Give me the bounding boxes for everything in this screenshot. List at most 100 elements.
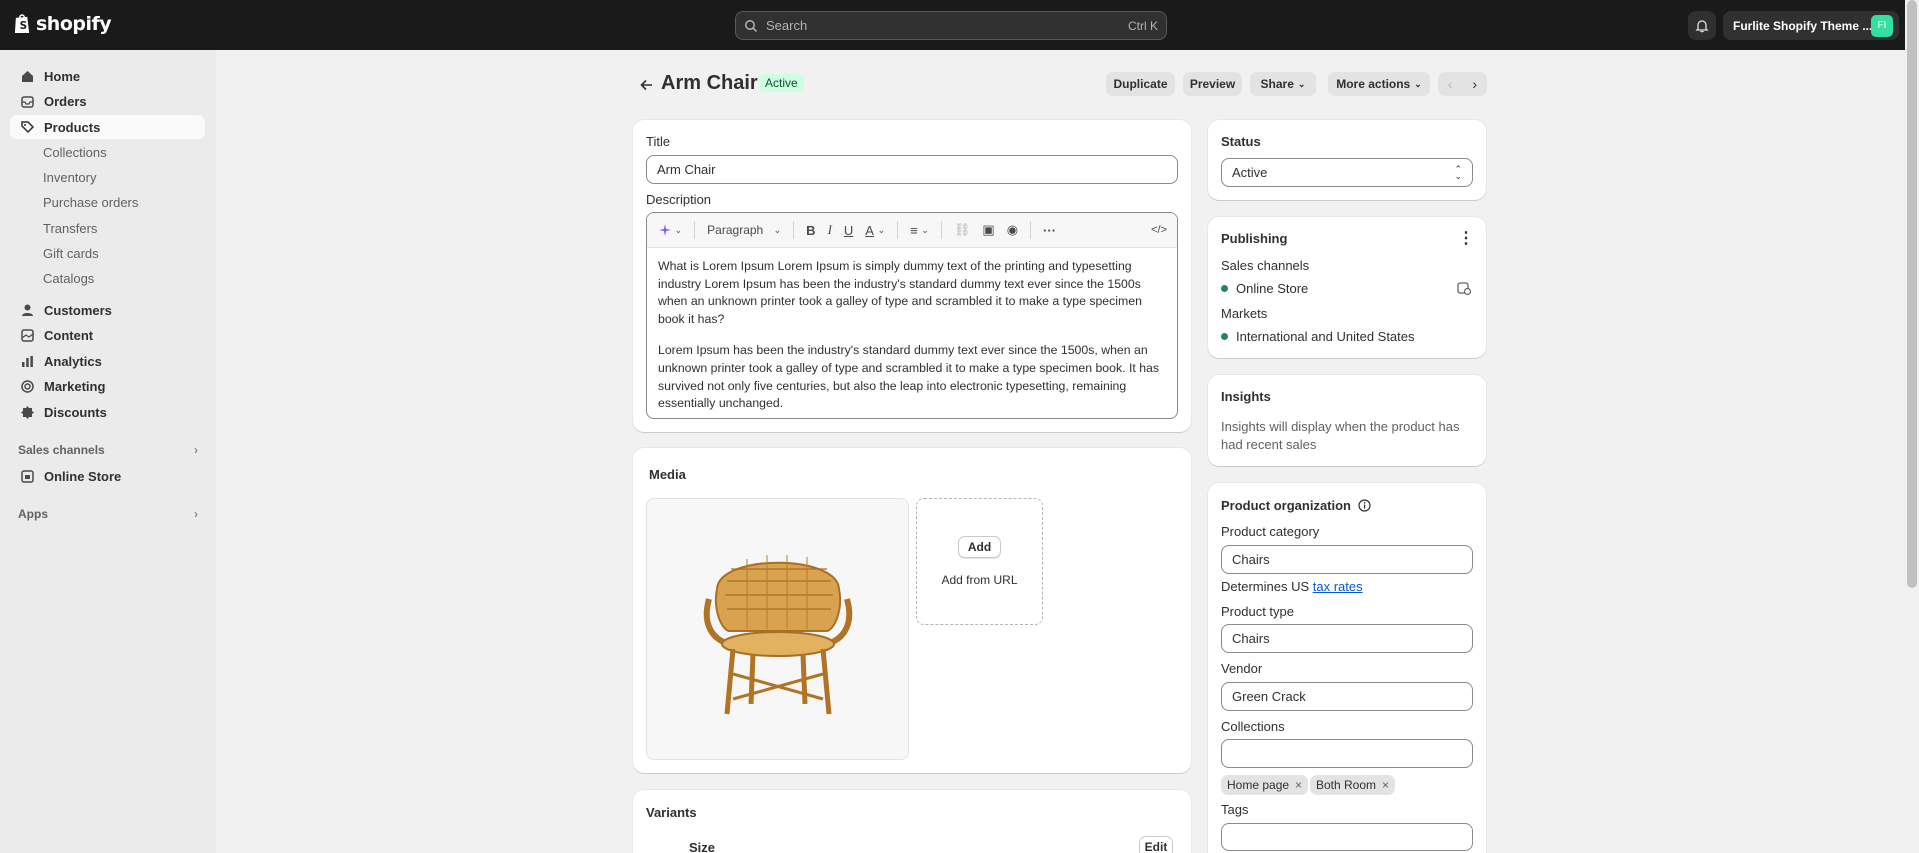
toolbar-divider [940, 221, 942, 239]
preview-button[interactable]: Preview [1183, 72, 1242, 96]
tax-rates-link[interactable]: tax rates [1313, 579, 1363, 594]
inbox-icon [21, 95, 34, 108]
sidebar-subitem-transfers[interactable]: Transfers [43, 218, 97, 238]
video-icon[interactable]: ◉ [1003, 219, 1022, 241]
notifications-button[interactable] [1688, 11, 1716, 40]
sidebar-item-orders[interactable]: Orders [10, 89, 205, 113]
sidebar-subitem-gift-cards[interactable]: Gift cards [43, 243, 99, 263]
store-menu-button[interactable]: Furlite Shopify Theme ... FI [1723, 11, 1899, 40]
sidebar-item-home[interactable]: Home [10, 64, 205, 88]
sidebar-subitem-catalogs[interactable]: Catalogs [43, 268, 94, 288]
ai-magic-button[interactable]: ⌄ [655, 219, 686, 241]
toolbar-divider [793, 221, 795, 239]
share-button[interactable]: Share ⌄ [1250, 72, 1316, 96]
collection-tag-label: Home page [1227, 778, 1290, 792]
sidebar-subitem-purchase-orders[interactable]: Purchase orders [43, 192, 138, 212]
show-html-icon[interactable]: </> [1147, 219, 1171, 241]
align-icon[interactable]: ≡ ⌄ [906, 219, 933, 241]
sidebar-subitem-collections[interactable]: Collections [43, 142, 107, 162]
market-item: International and United States [1221, 329, 1415, 344]
insights-text: Insights will display when the product h… [1221, 419, 1460, 452]
tax-rates-note: Determines US tax rates [1221, 579, 1363, 594]
sidebar-item-label: Content [44, 327, 94, 343]
search-input[interactable]: Search Ctrl K [735, 11, 1167, 40]
sidebar-item-online-store[interactable]: Online Store [10, 464, 205, 488]
search-shortcut: Ctrl K [1128, 18, 1158, 33]
toolbar-divider [694, 221, 696, 239]
add-from-url-link[interactable]: Add from URL [917, 573, 1042, 587]
media-dropzone[interactable]: Add Add from URL [916, 498, 1043, 625]
shopify-bag-icon: S [14, 14, 30, 34]
description-paragraph: What is Lorem Ipsum Lorem Ipsum is simpl… [658, 259, 1142, 326]
next-product-icon[interactable]: › [1463, 72, 1488, 96]
more-options-icon[interactable]: ⋮ [1458, 228, 1474, 248]
bold-icon[interactable]: B [802, 219, 819, 241]
more-formatting-icon[interactable]: ··· [1039, 219, 1060, 241]
logo-wordmark: shopify [36, 13, 112, 35]
paragraph-select[interactable]: Paragraph ⌄ [703, 219, 785, 241]
product-organization-heading: Product organization [1221, 498, 1371, 513]
store-icon [21, 469, 34, 483]
info-icon[interactable] [1358, 499, 1371, 512]
tags-input[interactable] [1221, 823, 1473, 851]
organization-heading-text: Product organization [1221, 498, 1351, 513]
duplicate-button[interactable]: Duplicate [1106, 72, 1175, 96]
sidebar-sales-channels-heading[interactable]: Sales channels › [18, 443, 198, 457]
remove-tag-icon[interactable]: × [1382, 778, 1389, 792]
content-icon [21, 328, 34, 342]
underline-icon[interactable]: U [840, 219, 857, 241]
product-type-field[interactable]: Chairs [1221, 624, 1473, 653]
edit-variants-button[interactable]: Edit [1139, 836, 1173, 853]
search-placeholder: Search [766, 18, 808, 33]
vendor-field[interactable]: Green Crack [1221, 682, 1473, 711]
tags-label: Tags [1221, 802, 1249, 817]
title-field[interactable]: Arm Chair [646, 155, 1178, 184]
sidebar-item-customers[interactable]: Customers [10, 298, 205, 322]
scrollbar-thumb[interactable] [1907, 0, 1917, 588]
more-actions-button[interactable]: More actions ⌄ [1328, 72, 1430, 96]
category-field[interactable]: Chairs [1221, 545, 1473, 574]
sales-channels-label: Sales channels [18, 443, 105, 457]
discount-icon [21, 405, 34, 419]
status-select-value: Active [1232, 165, 1268, 180]
text-color-icon[interactable]: A ⌄ [861, 219, 889, 241]
sidebar-item-analytics[interactable]: Analytics [10, 349, 205, 373]
image-icon[interactable]: ▣ [978, 219, 998, 241]
chevron-down-icon: ⌄ [1414, 78, 1422, 89]
sparkle-icon [659, 224, 671, 236]
person-icon [22, 304, 33, 316]
sidebar: Home Orders Products Collections Invento… [0, 50, 216, 853]
collection-tag-label: Both Room [1316, 778, 1377, 792]
schedule-calendar-icon[interactable] [1456, 280, 1472, 296]
sidebar-subitem-inventory[interactable]: Inventory [43, 167, 96, 187]
target-icon [21, 379, 34, 393]
variants-card [633, 790, 1191, 853]
bar-chart-icon [22, 355, 33, 367]
back-arrow-icon[interactable] [638, 76, 656, 94]
collections-input[interactable] [1221, 739, 1473, 768]
description-text[interactable]: What is Lorem Ipsum Lorem Ipsum is simpl… [647, 248, 1177, 418]
description-editor[interactable]: ⌄ Paragraph ⌄ B I U A ⌄ ≡ ⌄ ⛓ ▣ ◉ ··· </>… [646, 212, 1178, 419]
sidebar-item-content[interactable]: Content [10, 323, 205, 347]
arm-chair-image [703, 555, 853, 715]
description-paragraph: Lorem Ipsum has been the industry's stan… [658, 343, 1160, 411]
sidebar-item-products[interactable]: Products [10, 115, 205, 139]
sidebar-item-label: Products [44, 119, 101, 135]
sidebar-item-discounts[interactable]: Discounts [10, 400, 205, 424]
chevron-right-icon: › [194, 443, 198, 457]
add-media-button[interactable]: Add [958, 536, 1001, 558]
product-type-label: Product type [1221, 604, 1294, 619]
status-select[interactable]: Active ⌃ ⌄ [1221, 158, 1473, 187]
previous-product-icon[interactable]: ‹ [1438, 72, 1463, 96]
shopify-logo[interactable]: S shopify [13, 13, 112, 35]
status-dot-icon [1221, 285, 1228, 292]
sidebar-apps-heading[interactable]: Apps › [18, 507, 198, 521]
home-icon [22, 70, 33, 82]
italic-icon[interactable]: I [824, 219, 836, 241]
sidebar-item-marketing[interactable]: Marketing [10, 374, 205, 398]
remove-tag-icon[interactable]: × [1295, 778, 1302, 792]
status-heading: Status [1221, 134, 1261, 149]
svg-text:S: S [20, 20, 28, 32]
link-icon[interactable]: ⛓ [950, 219, 975, 241]
media-thumbnail[interactable] [646, 498, 909, 760]
